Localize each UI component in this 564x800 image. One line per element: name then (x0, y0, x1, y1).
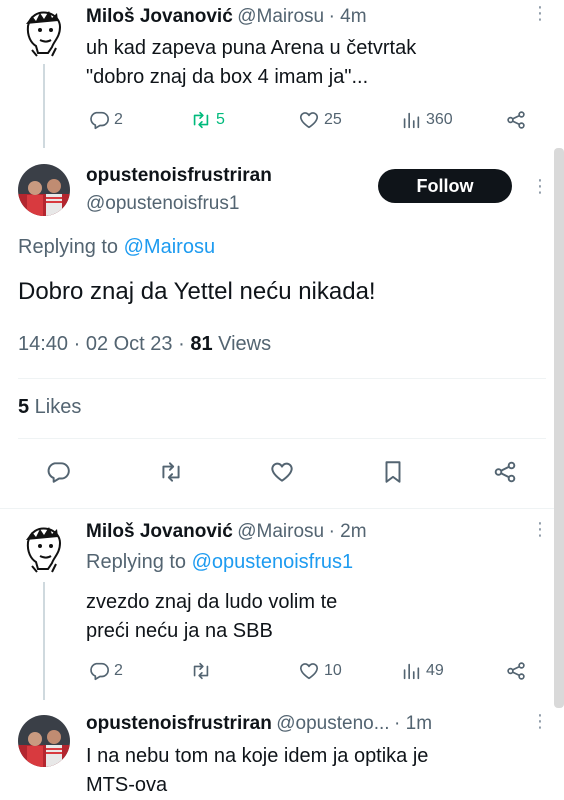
timestamp[interactable]: · 1m (394, 713, 432, 734)
avatar-image (18, 6, 70, 58)
bookmark-button[interactable] (380, 459, 406, 485)
scrollbar[interactable] (554, 148, 564, 708)
share-button[interactable] (505, 109, 527, 131)
like-button[interactable]: 10 (298, 660, 342, 682)
tweet-text: zvezdo znaj da ludo volim te preći neću … (86, 588, 337, 646)
tweet-text-line: I na nebu tom na koje idem ja optika je (86, 745, 429, 767)
tweet-text-line: zvezdo znaj da ludo volim te (86, 591, 338, 613)
retweet-button[interactable] (190, 660, 212, 682)
reply-button[interactable]: 2 (88, 109, 123, 131)
views-count: 360 (426, 111, 453, 128)
more-icon[interactable]: ⋮ (531, 4, 549, 22)
display-name[interactable]: opustenoisfrustriran (86, 713, 272, 734)
views-count: 49 (426, 662, 444, 679)
tweet-text: I na nebu tom na koje idem ja optika je … (86, 742, 428, 800)
views-button[interactable]: 360 (400, 109, 453, 131)
tweet-text: uh kad zapeva puna Arena u četvrtak "dob… (86, 34, 416, 92)
like-icon (298, 660, 320, 682)
like-icon (269, 459, 295, 485)
display-name[interactable]: opustenoisfrustriran (86, 165, 272, 187)
tweet-text-line: MTS-ova (86, 774, 168, 796)
reply-icon (88, 660, 110, 682)
replying-prefix: Replying to (86, 551, 187, 573)
avatar[interactable] (18, 164, 70, 216)
timestamp[interactable]: · 4m (329, 6, 367, 27)
tweet-text: Dobro znaj da Yettel neću nikada! (18, 278, 376, 305)
share-icon (505, 109, 527, 131)
avatar-image (18, 715, 70, 767)
thread-connector-top (43, 64, 45, 148)
replying-to: Replying to @opustenoisfrus1 (86, 551, 353, 574)
display-name[interactable]: Miloš Jovanović (86, 521, 233, 542)
avatar[interactable] (18, 715, 70, 767)
retweet-icon (190, 660, 212, 682)
reply-count: 2 (114, 111, 123, 128)
views-icon (400, 109, 422, 131)
views-label: Views (212, 333, 272, 355)
likes-count: 5 (18, 396, 30, 418)
tweet-header: opustenoisfrustriran @opusteno... · 1m (86, 713, 432, 735)
tweet-text-line: preći neću ja na SBB (86, 620, 273, 642)
bookmark-icon (380, 459, 406, 485)
like-button[interactable]: 25 (298, 109, 342, 131)
handle[interactable]: @Mairosu (237, 6, 324, 27)
like-button[interactable] (269, 459, 295, 485)
avatar[interactable] (18, 6, 70, 58)
retweet-icon (158, 459, 184, 485)
avatar-image (18, 164, 70, 216)
avatar-image (18, 522, 70, 574)
share-button[interactable] (492, 459, 518, 485)
replying-prefix: Replying to (18, 236, 119, 258)
retweet-icon (190, 109, 212, 131)
likes-label: Likes (29, 396, 82, 418)
tweet-text-line: "dobro znaj da box 4 imam ja"... (86, 66, 369, 88)
tweet-meta: 14:40 · 02 Oct 23 · 81 Views (18, 333, 271, 356)
display-name[interactable]: Miloš Jovanović (86, 6, 233, 27)
like-count: 25 (324, 111, 342, 128)
handle[interactable]: @Mairosu (237, 521, 324, 542)
divider (18, 378, 546, 379)
views-button[interactable]: 49 (400, 660, 444, 682)
like-count: 10 (324, 662, 342, 679)
views-count: 81 (190, 333, 213, 355)
avatar[interactable] (18, 522, 70, 574)
likes-summary[interactable]: 5 Likes (18, 396, 81, 419)
views-icon (400, 660, 422, 682)
reply-icon (88, 109, 110, 131)
mention-link[interactable]: @Mairosu (124, 236, 215, 258)
thread-connector-bottom (43, 582, 45, 700)
timestamp[interactable]: · 2m (329, 521, 367, 542)
reply-button[interactable]: 2 (88, 660, 123, 682)
more-icon[interactable]: ⋮ (531, 177, 549, 195)
timestamp[interactable]: 14:40 · 02 Oct 23 · (18, 333, 190, 355)
divider (18, 438, 546, 439)
handle[interactable]: @opusteno... (276, 713, 389, 734)
tweet-header: Miloš Jovanović @Mairosu · 4m (86, 6, 367, 28)
follow-button[interactable]: Follow (378, 169, 512, 203)
more-icon[interactable]: ⋮ (531, 520, 549, 538)
share-icon (505, 660, 527, 682)
reply-icon (45, 459, 71, 485)
share-button[interactable] (505, 660, 527, 682)
retweet-button[interactable] (158, 459, 184, 485)
mention-link[interactable]: @opustenoisfrus1 (192, 551, 354, 573)
more-icon[interactable]: ⋮ (531, 712, 549, 730)
tweet-header: Miloš Jovanović @Mairosu · 2m (86, 521, 367, 543)
reply-count: 2 (114, 662, 123, 679)
handle[interactable]: @opustenoisfrus1 (86, 193, 239, 215)
like-icon (298, 109, 320, 131)
tweet-text-line: uh kad zapeva puna Arena u četvrtak (86, 37, 417, 59)
reply-button[interactable] (45, 459, 71, 485)
retweet-count: 5 (216, 111, 225, 128)
retweet-button[interactable]: 5 (190, 109, 225, 131)
replying-to: Replying to @Mairosu (18, 236, 215, 259)
share-icon (492, 459, 518, 485)
divider (0, 508, 564, 509)
